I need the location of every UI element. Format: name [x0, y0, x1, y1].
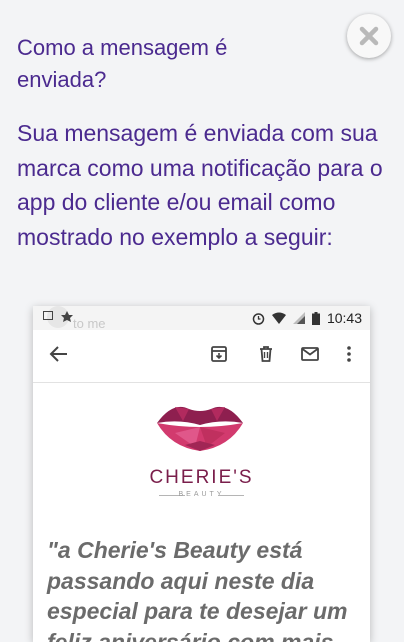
archive-icon[interactable]	[209, 344, 229, 364]
brand-divider-right	[218, 495, 244, 496]
dialog-heading: Como a mensagem é enviada?	[17, 35, 228, 92]
more-icon[interactable]	[341, 344, 357, 364]
battery-icon	[311, 311, 320, 325]
gallery-icon	[43, 311, 53, 320]
email-toolbar	[33, 330, 370, 383]
signal-icon	[292, 312, 305, 324]
delete-icon[interactable]	[256, 344, 276, 364]
lips-logo-icon	[157, 406, 243, 451]
leaf-icon	[61, 311, 73, 322]
email-body: CHERIE'S BEAUTY "a Cherie's Beauty está …	[33, 383, 370, 642]
close-button[interactable]	[347, 14, 391, 58]
info-dialog: Como a mensagem é enviada? Sua mensagem …	[0, 0, 404, 642]
brand-subtitle: BEAUTY	[178, 491, 225, 498]
status-bar: to me 10:43	[33, 306, 370, 331]
wifi-icon	[271, 312, 286, 324]
dialog-body-text: Sua mensagem é enviada com sua marca com…	[17, 120, 383, 250]
ghost-recipient-text: to me	[73, 316, 106, 331]
back-arrow-icon[interactable]	[49, 344, 69, 364]
alarm-icon	[252, 312, 265, 325]
email-quote-text: "a Cherie's Beauty está passando aqui ne…	[47, 537, 348, 642]
close-icon	[359, 26, 379, 46]
mail-icon[interactable]	[300, 344, 320, 364]
brand-name: CHERIE'S	[149, 467, 254, 488]
status-time: 10:43	[326, 310, 362, 326]
example-email-screenshot: to me 10:43 CHERIE'S BEAUTY "a Cherie's …	[33, 306, 370, 642]
